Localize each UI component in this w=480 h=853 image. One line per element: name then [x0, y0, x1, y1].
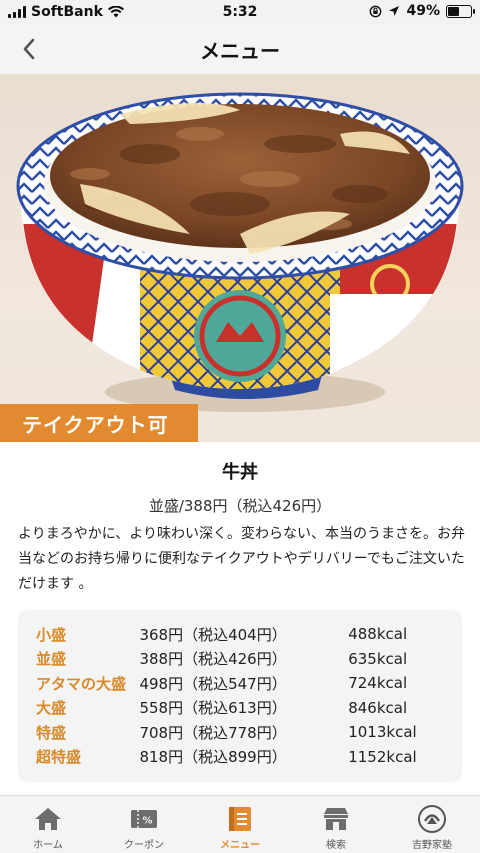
tab-search[interactable]: 検索 — [288, 796, 384, 853]
size-row: アタマの大盛 498円（税込547円） 724kcal — [36, 671, 444, 696]
rotation-lock-icon — [370, 5, 382, 17]
size-price: 368円（税込404円） — [139, 625, 287, 644]
size-kcal: 724kcal — [348, 674, 408, 693]
menu-book-icon — [226, 804, 254, 834]
size-label: 並盛 — [36, 650, 67, 669]
size-label: 小盛 — [36, 625, 67, 644]
tab-home[interactable]: ホーム — [0, 796, 96, 853]
size-label: 大盛 — [36, 699, 67, 718]
size-row: 小盛 368円（税込404円） 488kcal — [36, 622, 444, 647]
svg-text:%: % — [142, 816, 152, 827]
nav-bar: メニュー — [0, 24, 480, 74]
size-kcal: 1013kcal — [348, 723, 417, 742]
size-price: 558円（税込613円） — [139, 699, 287, 718]
size-label: 超特盛 — [36, 748, 82, 767]
battery-fill — [448, 6, 459, 16]
item-price: 並盛/388円（税込426円） — [148, 497, 332, 515]
store-search-icon — [321, 804, 351, 834]
size-row: 大盛 558円（税込613円） 846kcal — [36, 696, 444, 721]
location-arrow-icon — [389, 6, 400, 16]
menu-item-photo — [0, 74, 480, 442]
size-kcal: 635kcal — [348, 649, 408, 668]
yoshinoya-logo-icon — [417, 804, 447, 834]
bottom-tab-bar: ホーム % クーポン メニュー 検索 吉野家塾 — [0, 795, 480, 853]
size-row: 並盛 388円（税込426円） 635kcal — [36, 647, 444, 672]
page-title: メニュー — [200, 38, 280, 63]
tab-yoshinoya-juku[interactable]: 吉野家塾 — [384, 796, 480, 853]
size-price: 708円（税込778円） — [139, 723, 287, 742]
item-description: よりまろやかに、より味わい深く。変わらない、本当のうまさを。お弁当などのお持ち帰… — [18, 526, 466, 592]
gyudon-bowl-image — [16, 92, 464, 412]
status-right: 49% — [369, 3, 475, 19]
status-bar: SoftBank 5:32 49% — [0, 0, 480, 24]
chevron-left-icon — [23, 38, 35, 60]
tab-menu[interactable]: メニュー — [192, 796, 288, 853]
tab-label: 吉野家塾 — [412, 840, 452, 851]
tab-label: クーポン — [124, 840, 164, 851]
size-price: 818円（税込899円） — [139, 748, 287, 767]
size-row: 超特盛 818円（税込899円） 1152kcal — [36, 745, 444, 770]
tab-coupon[interactable]: % クーポン — [96, 796, 192, 853]
tab-label: メニュー — [220, 840, 260, 851]
size-kcal: 1152kcal — [348, 747, 417, 766]
size-kcal: 488kcal — [348, 625, 408, 644]
size-price: 388円（税込426円） — [139, 650, 287, 669]
tab-label: ホーム — [33, 840, 63, 851]
home-icon — [33, 804, 63, 834]
battery-percent: 49% — [406, 3, 440, 19]
item-name: 牛丼 — [222, 462, 258, 483]
coupon-icon: % — [129, 804, 159, 834]
battery-icon — [446, 4, 475, 18]
size-row: 特盛 708円（税込778円） 1013kcal — [36, 720, 444, 745]
size-label: アタマの大盛 — [36, 674, 127, 693]
takeout-badge: テイクアウト可 — [0, 404, 198, 442]
size-label: 特盛 — [36, 723, 67, 742]
size-price-table: 小盛 368円（税込404円） 488kcal 並盛 388円（税込426円） … — [18, 610, 462, 782]
back-button[interactable] — [14, 34, 44, 64]
size-kcal: 846kcal — [348, 698, 408, 717]
size-price: 498円（税込547円） — [139, 674, 287, 693]
tab-label: 検索 — [326, 840, 346, 851]
